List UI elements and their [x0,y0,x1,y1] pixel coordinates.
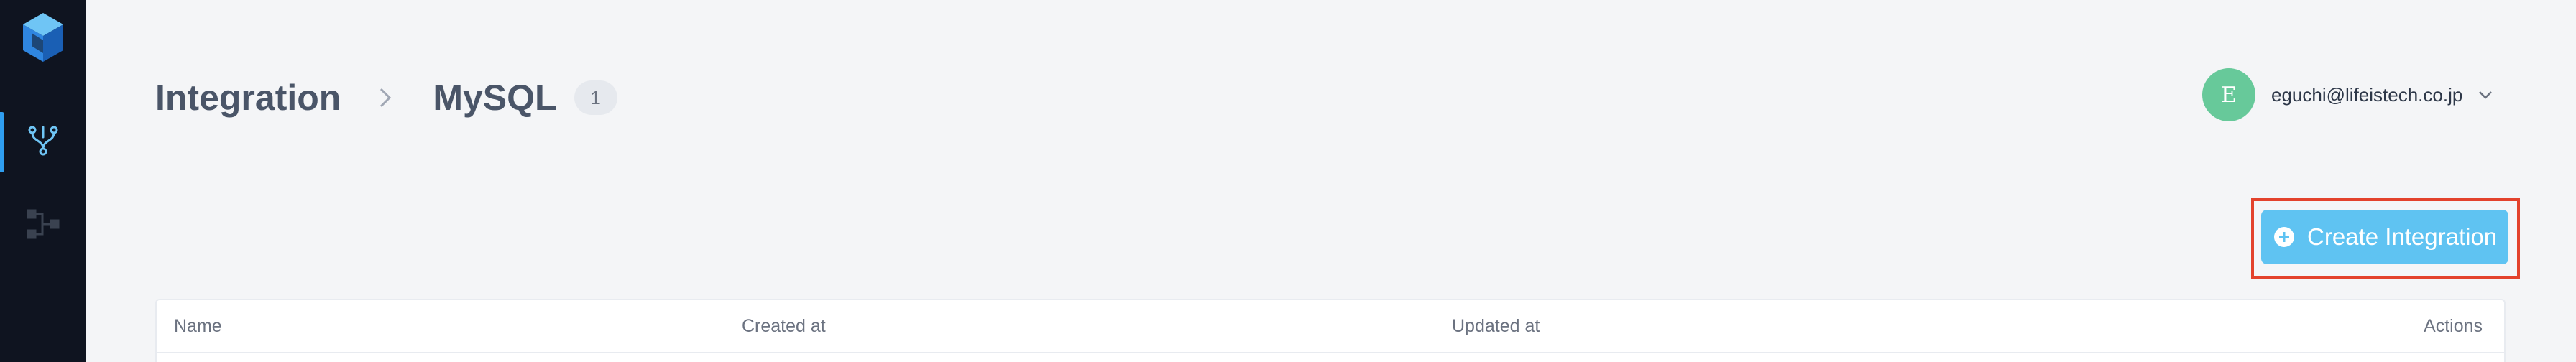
sidebar-item-pipelines[interactable] [0,191,86,260]
table-header: Name Created at Updated at Actions [157,300,2504,353]
breadcrumb-integration-link[interactable]: Integration [155,80,341,116]
integrations-table: Name Created at Updated at Actions [155,299,2506,362]
user-menu[interactable]: E eguchi@lifeistech.co.jp [2202,68,2496,122]
column-header-updated-at[interactable]: Updated at [1452,300,1540,352]
create-integration-button[interactable]: Create Integration [2261,210,2508,264]
breadcrumb: Integration MySQL 1 [155,69,617,126]
count-badge: 1 [574,80,617,115]
column-header-created-at[interactable]: Created at [742,300,826,352]
column-header-name[interactable]: Name [174,300,222,352]
chevron-right-icon [369,82,401,113]
chevron-down-icon [2475,85,2496,105]
column-header-actions: Actions [2424,315,2483,336]
avatar: E [2202,68,2255,121]
page-title: MySQL [433,78,557,118]
app-logo[interactable] [20,11,66,63]
plus-circle-icon [2274,227,2294,247]
pipeline-icon [27,208,60,244]
integration-icon [27,124,60,161]
sidebar-item-integrations[interactable] [0,108,86,177]
sidebar [0,0,86,362]
user-email: eguchi@lifeistech.co.jp [2271,83,2463,106]
create-integration-label: Create Integration [2307,223,2498,250]
